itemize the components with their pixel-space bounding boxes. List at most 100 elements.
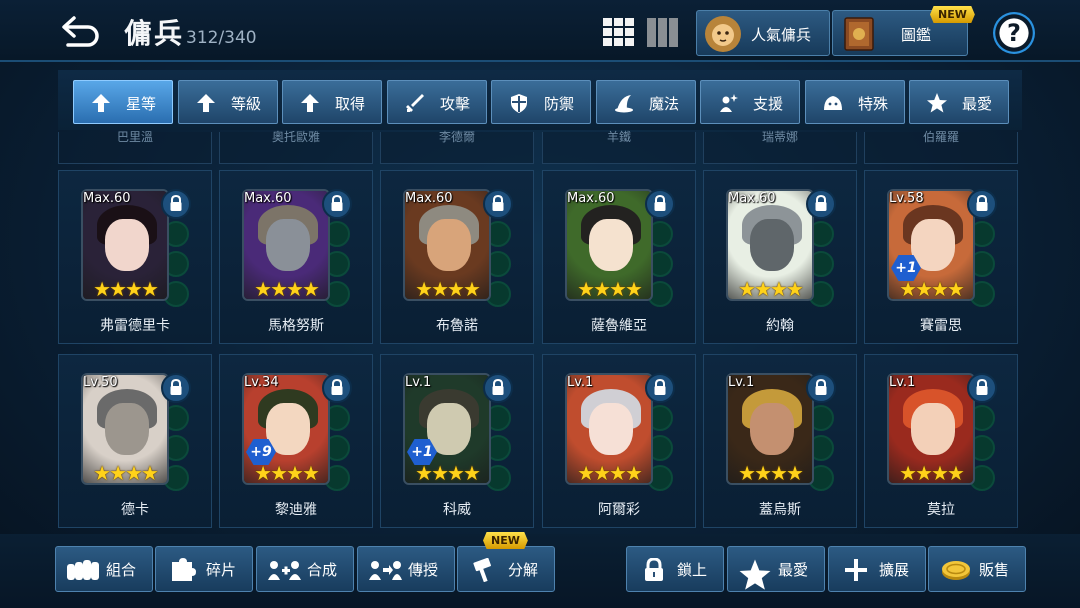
mercenary-card[interactable]: Lv.1 ★ ★ ★ ★ 蓋烏斯 <box>703 354 857 528</box>
partial-card[interactable]: 奧托歐雅 <box>219 130 373 164</box>
level-label: Max.60 <box>567 191 615 206</box>
mercenary-card[interactable]: Max.60 ★ ★ ★ ★ 弗雷德里卡 <box>58 170 212 344</box>
mercenary-name: 賽雷思 <box>920 318 962 334</box>
hammer-button[interactable]: 分解 <box>457 546 555 592</box>
partial-card[interactable]: 羊鐵 <box>542 130 696 164</box>
mercenary-name: 約翰 <box>766 318 794 334</box>
mercenary-name: 蓋烏斯 <box>759 502 801 518</box>
tab-label: 等級 <box>231 95 262 113</box>
lock-icon[interactable] <box>806 373 836 403</box>
level-label: Lv.34 <box>244 375 279 390</box>
star-icon: ★ <box>946 277 965 301</box>
star-rating: ★ ★ ★ ★ <box>728 463 814 483</box>
button-label: 擴展 <box>879 561 910 579</box>
lock-icon[interactable] <box>483 373 513 403</box>
star-icon: ★ <box>624 461 643 485</box>
book-icon <box>844 17 874 51</box>
mercenary-card[interactable]: Lv.50 ★ ★ ★ ★ 德卡 <box>58 354 212 528</box>
button-label: 組合 <box>106 561 137 579</box>
button-label: 合成 <box>307 561 338 579</box>
mercenary-card[interactable]: Lv.34 +9 ★ ★ ★ ★ 黎迪雅 <box>219 354 373 528</box>
tab-sparkle-person[interactable]: 支援 <box>700 80 800 124</box>
back-button[interactable] <box>58 12 104 52</box>
star-icon: ★ <box>301 461 320 485</box>
mercenary-card[interactable]: Lv.1 ★ ★ ★ ★ 莫拉 <box>864 354 1018 528</box>
transfer-button[interactable]: 傳授 <box>357 546 455 592</box>
star-rating: ★ ★ ★ ★ <box>889 463 975 483</box>
star-rating: ★ ★ ★ ★ <box>405 279 491 299</box>
lock-icon[interactable] <box>322 373 352 403</box>
tab-arrow-up[interactable]: 取得 <box>282 80 382 124</box>
partial-card[interactable]: 巴里溫 <box>58 130 212 164</box>
puzzle-piece-button[interactable]: 碎片 <box>155 546 253 592</box>
plus-button[interactable]: 擴展 <box>828 546 926 592</box>
mercenary-card[interactable]: Lv.1 ★ ★ ★ ★ 阿爾彩 <box>542 354 696 528</box>
star-rating: ★ ★ ★ ★ <box>405 463 491 483</box>
mercenary-name: 黎迪雅 <box>275 502 317 518</box>
merge-icon <box>267 558 301 582</box>
partial-card-name: 羊鐵 <box>606 130 631 144</box>
lion-icon <box>705 16 741 52</box>
tab-star[interactable]: 最愛 <box>909 80 1009 124</box>
group-button[interactable]: 組合 <box>55 546 153 592</box>
tab-arrow-up[interactable]: 等級 <box>178 80 278 124</box>
new-badge: NEW <box>483 532 528 549</box>
tab-sword[interactable]: 攻擊 <box>387 80 487 124</box>
list-view-icon <box>647 18 678 47</box>
hammer-icon <box>468 557 502 583</box>
level-label: Max.60 <box>244 191 292 206</box>
lock-icon[interactable] <box>161 373 191 403</box>
arrow-up-icon <box>299 92 321 114</box>
partial-card[interactable]: 李德爾 <box>380 130 534 164</box>
mercenary-card[interactable]: Lv.58 +1 ★ ★ ★ ★ 賽雷思 <box>864 170 1018 344</box>
lock-button[interactable]: 鎖上 <box>626 546 724 592</box>
button-label: 分解 <box>508 561 539 579</box>
lock-icon[interactable] <box>967 189 997 219</box>
lock-icon[interactable] <box>645 189 675 219</box>
mercenary-card[interactable]: Max.60 ★ ★ ★ ★ 約翰 <box>703 170 857 344</box>
lock-icon[interactable] <box>806 189 836 219</box>
sword-icon <box>404 92 426 114</box>
lock-icon[interactable] <box>645 373 675 403</box>
button-label: 碎片 <box>206 561 237 579</box>
mercenary-card[interactable]: Lv.1 +1 ★ ★ ★ ★ 科威 <box>380 354 534 528</box>
star-icon: ★ <box>140 277 159 301</box>
mercenary-name: 馬格努斯 <box>268 318 324 334</box>
level-label: Max.60 <box>405 191 453 206</box>
lock-icon[interactable] <box>161 189 191 219</box>
lock-icon[interactable] <box>483 189 513 219</box>
mercenary-name: 德卡 <box>121 502 149 518</box>
arrow-up-icon <box>90 92 112 114</box>
level-label: Lv.58 <box>889 191 924 206</box>
tab-label: 魔法 <box>649 95 680 113</box>
level-label: Max.60 <box>83 191 131 206</box>
star-icon: ★ <box>624 277 643 301</box>
star-rating: ★ ★ ★ ★ <box>83 279 169 299</box>
mercenary-count: 312/340 <box>186 28 257 48</box>
tab-slime[interactable]: 特殊 <box>805 80 905 124</box>
button-label: 鎖上 <box>677 561 708 579</box>
partial-card-name: 伯羅羅 <box>922 130 959 144</box>
grid-view-toggle[interactable] <box>603 18 635 47</box>
mercenary-card[interactable]: Max.60 ★ ★ ★ ★ 布魯諾 <box>380 170 534 344</box>
level-label: Lv.1 <box>567 375 594 390</box>
partial-card[interactable]: 瑞蒂娜 <box>703 130 857 164</box>
help-button[interactable]: ? <box>993 12 1035 54</box>
mercenary-name: 薩魯維亞 <box>591 318 647 334</box>
partial-card[interactable]: 伯羅羅 <box>864 130 1018 164</box>
list-view-toggle[interactable] <box>647 18 679 47</box>
lock-icon[interactable] <box>967 373 997 403</box>
catalog-new-badge: NEW <box>930 6 975 23</box>
tab-shield[interactable]: 防禦 <box>491 80 591 124</box>
merge-button[interactable]: 合成 <box>256 546 354 592</box>
wizard-hat-icon <box>613 92 635 114</box>
mercenary-card[interactable]: Max.60 ★ ★ ★ ★ 馬格努斯 <box>219 170 373 344</box>
lock-icon[interactable] <box>322 189 352 219</box>
mercenary-card[interactable]: Max.60 ★ ★ ★ ★ 薩魯維亞 <box>542 170 696 344</box>
star-button[interactable]: 最愛 <box>727 546 825 592</box>
tab-wizard-hat[interactable]: 魔法 <box>596 80 696 124</box>
coin-button[interactable]: 販售 <box>928 546 1026 592</box>
level-label: Lv.1 <box>889 375 916 390</box>
popular-mercenaries-button[interactable]: 人氣傭兵 <box>696 10 830 56</box>
tab-arrow-up[interactable]: 星等 <box>73 80 173 124</box>
